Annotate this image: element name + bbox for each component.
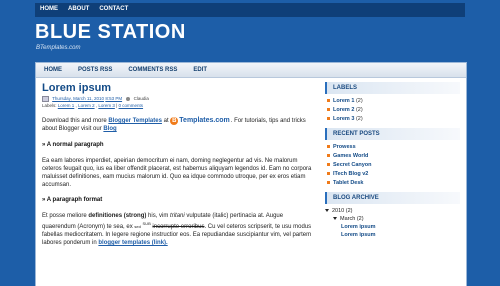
- nav-posts-rss[interactable]: POSTS RSS: [70, 63, 120, 73]
- bullet-icon: [327, 153, 330, 157]
- label-count: (2): [355, 97, 363, 104]
- italic-text: tritani: [170, 213, 185, 219]
- section-heading: » A paragraph format: [42, 197, 103, 203]
- btemplates-logo[interactable]: B Templates.com: [170, 117, 230, 125]
- recent-post-title[interactable]: Games World: [333, 153, 368, 159]
- site-description: BTemplates.com: [36, 45, 81, 51]
- archive-year-label[interactable]: 2010: [332, 208, 344, 214]
- site-header: BLUE STATION BTemplates.com: [35, 17, 465, 61]
- intro-text: Download this and more: [42, 118, 109, 124]
- post-author: Claudia: [133, 96, 149, 102]
- bullet-icon: [327, 171, 330, 175]
- intro-paragraph: Download this and more Blogger Templates…: [42, 117, 312, 133]
- recent-post-title[interactable]: Prowess: [333, 144, 356, 150]
- paragraph-text: his, vim: [146, 213, 171, 219]
- blog-link[interactable]: Blog: [103, 126, 116, 132]
- recent-post-item[interactable]: Tablet Desk: [325, 178, 460, 187]
- topnav-contact[interactable]: CONTACT: [94, 3, 133, 15]
- bullet-icon: [327, 180, 330, 184]
- recent-post-item[interactable]: Prowess: [325, 142, 460, 151]
- blogger-templates-link[interactable]: Blogger Templates: [108, 118, 162, 124]
- post-label-link[interactable]: Lorem 1: [58, 103, 75, 108]
- recent-post-item[interactable]: Games World: [325, 151, 460, 160]
- section-heading: » A normal paragraph: [42, 142, 104, 148]
- label-count: (2): [355, 115, 363, 122]
- archive-month-count: (2): [356, 216, 364, 222]
- bullet-icon: [327, 98, 330, 102]
- nav-edit[interactable]: EDIT: [185, 63, 215, 73]
- post-time[interactable]: 8:53 PM: [105, 96, 122, 101]
- recent-post-item[interactable]: ITech Blog v2: [325, 169, 460, 178]
- top-navigation-bar: HOME ABOUT CONTACT: [35, 3, 465, 17]
- recent-posts-list: Prowess Games World Secret Canyon ITech …: [325, 142, 460, 187]
- post-label-link[interactable]: Lorem 3: [98, 103, 115, 108]
- blog-archive-widget-title: BLOG ARCHIVE: [325, 192, 460, 204]
- recent-posts-widget-title: RECENT POSTS: [325, 128, 460, 140]
- archive-post-link[interactable]: Lorem ipsum: [341, 232, 376, 238]
- recent-post-title[interactable]: Secret Canyon: [333, 162, 372, 168]
- recent-post-title[interactable]: ITech Blog v2: [333, 171, 368, 177]
- site-title[interactable]: BLUE STATION: [35, 21, 186, 44]
- strike-text: incorrupte erroribus: [152, 224, 205, 230]
- post-title[interactable]: Lorem ipsum: [42, 82, 312, 94]
- post-labels: Labels: Lorem 1 , Lorem 2 , Lorem 3 | 0 …: [42, 103, 144, 108]
- post-meta: Thursday, March 11, 2010 8:53 PM Claudia: [42, 96, 312, 102]
- post-date[interactable]: Thursday, March 11, 2010: [52, 96, 104, 101]
- archive-post-link[interactable]: Lorem ipsum: [341, 224, 376, 230]
- post-area: Lorem ipsum Thursday, March 11, 2010 8:5…: [42, 80, 312, 247]
- nav-comments-rss[interactable]: COMMENTS RSS: [120, 63, 185, 73]
- comments-link[interactable]: 0 comments: [119, 103, 144, 108]
- labels-prefix: Labels:: [42, 103, 57, 108]
- expand-triangle-icon[interactable]: [333, 217, 337, 221]
- bullet-icon: [327, 162, 330, 166]
- strong-text: definitiones (strong): [88, 213, 147, 219]
- content-wrapper: HOME POSTS RSS COMMENTS RSS EDIT Lorem i…: [35, 62, 467, 286]
- expand-triangle-icon[interactable]: [325, 209, 329, 213]
- archive-year-count: (2): [345, 208, 353, 214]
- archive-month[interactable]: March (2): [325, 215, 460, 223]
- archive-year[interactable]: 2010 (2): [325, 207, 460, 215]
- topnav-about[interactable]: ABOUT: [63, 3, 94, 15]
- label-name[interactable]: Lorem 2: [333, 107, 354, 113]
- btemplates-logo-mark: B: [170, 117, 179, 125]
- paragraph-text: Et posse meliore: [42, 213, 89, 219]
- calendar-icon: [42, 96, 49, 102]
- archive-month-label[interactable]: March: [340, 216, 355, 222]
- label-count: (2): [355, 106, 363, 113]
- main-navigation: HOME POSTS RSS COMMENTS RSS EDIT: [36, 63, 466, 78]
- bullet-icon: [327, 116, 330, 120]
- archive-post[interactable]: Lorem ipsum: [325, 231, 460, 239]
- label-name[interactable]: Lorem 3: [333, 116, 354, 122]
- recent-post-item[interactable]: Secret Canyon: [325, 160, 460, 169]
- sidebar-label-item[interactable]: Lorem 1 (2): [325, 96, 460, 105]
- labels-list: Lorem 1 (2) Lorem 2 (2) Lorem 3 (2): [325, 96, 460, 123]
- bullet-icon: [327, 144, 330, 148]
- format-paragraph: Et posse meliore definitiones (strong) h…: [42, 212, 312, 247]
- sidebar-label-item[interactable]: Lorem 2 (2): [325, 105, 460, 114]
- logo-text: Templates.com: [179, 117, 230, 124]
- sidebar: LABELS Lorem 1 (2) Lorem 2 (2) Lorem 3 (…: [325, 80, 460, 239]
- topnav-home[interactable]: HOME: [35, 3, 63, 15]
- sidebar-label-item[interactable]: Lorem 3 (2): [325, 114, 460, 123]
- sed-text: sed: [134, 224, 141, 229]
- nav-home[interactable]: HOME: [36, 63, 70, 73]
- bullet-icon: [327, 107, 330, 111]
- labels-widget-title: LABELS: [325, 82, 460, 94]
- archive-post[interactable]: Lorem ipsum: [325, 223, 460, 231]
- sub-text: SUB: [142, 221, 151, 226]
- user-icon: [126, 97, 131, 101]
- post-label-link[interactable]: Lorem 2: [78, 103, 95, 108]
- normal-paragraph: Ea eam labores imperdiet, apeirian democ…: [42, 158, 312, 188]
- label-name[interactable]: Lorem 1: [333, 98, 354, 104]
- blogger-templates-link-2[interactable]: blogger templates (link).: [98, 240, 167, 246]
- recent-post-title[interactable]: Tablet Desk: [333, 180, 363, 186]
- intro-text: at: [161, 118, 171, 124]
